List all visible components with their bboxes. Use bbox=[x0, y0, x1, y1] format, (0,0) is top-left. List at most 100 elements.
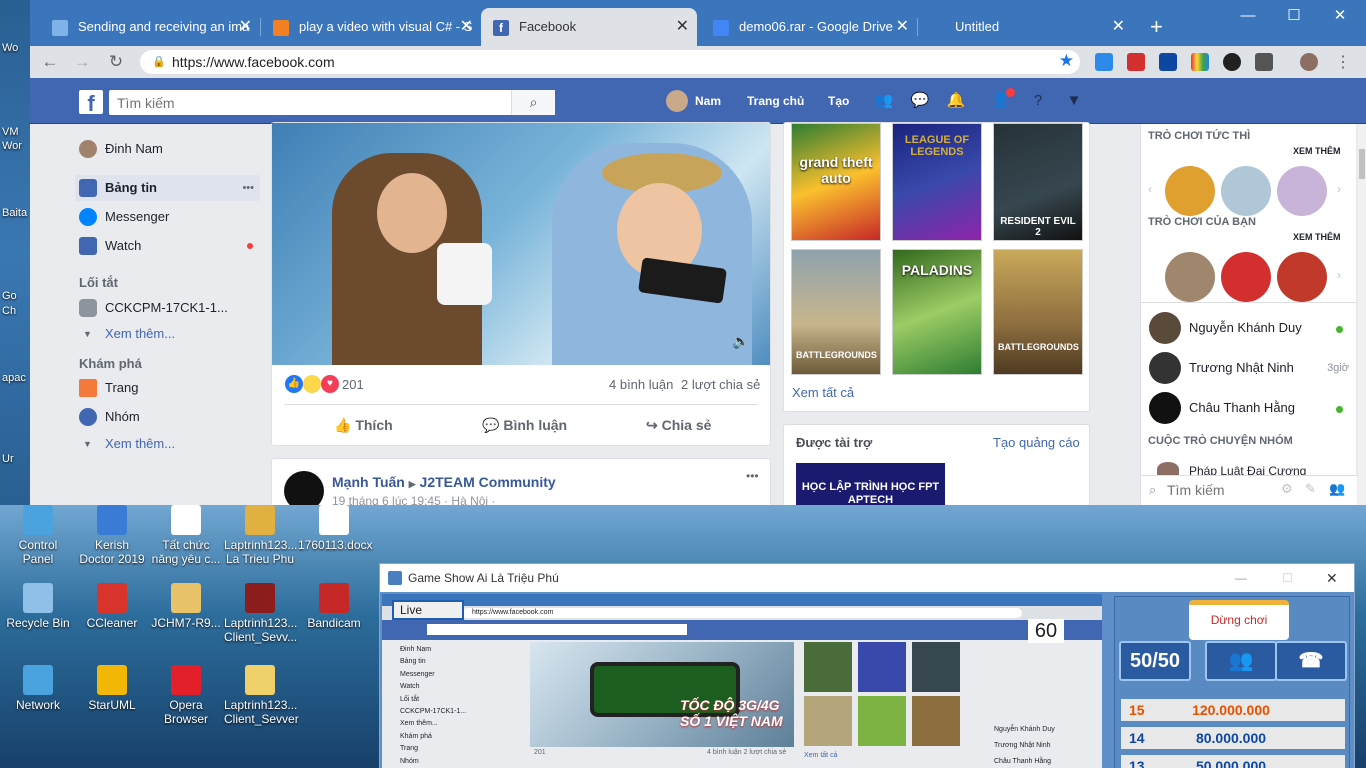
messenger-icon[interactable]: 💬 bbox=[909, 90, 931, 112]
more-options-icon[interactable]: ••• bbox=[242, 175, 254, 201]
contact-row[interactable]: Nguyễn Khánh Duy bbox=[1141, 312, 1357, 346]
sidebar-item-pages[interactable]: Trang bbox=[75, 375, 260, 401]
desktop-icon[interactable]: CCleaner bbox=[76, 583, 148, 630]
scrollbar[interactable] bbox=[1358, 124, 1366, 505]
desktop-icon[interactable]: JCHM7-R9... bbox=[150, 583, 222, 630]
desktop-icon[interactable]: Laptrinh123... La Trieu Phu bbox=[224, 505, 297, 566]
notifications-icon[interactable]: 🔔 bbox=[945, 90, 967, 112]
see-more-link[interactable]: XEM THÊM bbox=[1293, 146, 1341, 156]
chat-search-input[interactable] bbox=[1167, 480, 1277, 500]
comment-count[interactable]: 4 bình luận bbox=[609, 377, 673, 392]
close-icon[interactable]: ✕ bbox=[676, 8, 689, 46]
more-options-icon[interactable]: ••• bbox=[746, 469, 759, 483]
post-timestamp[interactable]: 19 tháng 6 lúc 19:45 · Hà Nội · bbox=[332, 494, 495, 505]
game-tile[interactable]: BATTLEGROUNDS bbox=[791, 249, 881, 375]
post-video[interactable]: 🔈 bbox=[272, 123, 770, 365]
share-button[interactable]: ↪ Chia sẻ bbox=[646, 417, 711, 434]
see-more-link[interactable]: ▼ Xem thêm... bbox=[75, 321, 260, 347]
extension-icon[interactable] bbox=[1255, 53, 1273, 71]
contact-row[interactable]: Châu Thanh Hằng bbox=[1141, 392, 1357, 426]
avatar[interactable] bbox=[284, 471, 324, 505]
close-icon[interactable]: ✕ bbox=[239, 8, 252, 46]
like-button[interactable]: 👍 Thích bbox=[334, 417, 393, 434]
desktop-icon[interactable]: Laptrinh123... Client_Sevv... bbox=[224, 583, 297, 644]
game-avatar[interactable] bbox=[1165, 166, 1215, 216]
forward-icon[interactable]: → bbox=[70, 51, 94, 73]
chevron-down-icon[interactable]: ▼ bbox=[1063, 90, 1085, 112]
address-bar[interactable]: 🔒 https://www.facebook.com ★ bbox=[140, 50, 1080, 74]
gear-icon[interactable]: ⚙ bbox=[1281, 481, 1293, 497]
close-icon[interactable]: ✕ bbox=[896, 8, 909, 46]
contact-row[interactable]: Trương Nhật Ninh 3giờ bbox=[1141, 352, 1357, 386]
close-icon[interactable]: ✕ bbox=[1112, 8, 1125, 46]
sidebar-item-groups[interactable]: Nhóm bbox=[75, 404, 260, 430]
game-tile[interactable]: RESIDENT EVIL 2 bbox=[993, 123, 1083, 241]
see-more-link[interactable]: ▼ Xem thêm... bbox=[75, 431, 260, 457]
lifeline-5050-button[interactable]: 50/50 bbox=[1119, 641, 1191, 681]
minimize-button[interactable]: — bbox=[1225, 0, 1271, 32]
desktop-icon[interactable]: Tất chức năng yêu c... bbox=[150, 505, 222, 566]
see-all-link[interactable]: Xem tất cả bbox=[792, 385, 854, 400]
post-author[interactable]: Mạnh Tuấn bbox=[332, 474, 405, 490]
lifeline-phone-button[interactable]: ☎ bbox=[1275, 641, 1347, 681]
desktop-icon[interactable]: Network bbox=[2, 665, 74, 712]
maximize-button[interactable]: ☐ bbox=[1271, 0, 1317, 32]
create-ad-link[interactable]: Tạo quảng cáo bbox=[993, 435, 1080, 450]
chevron-right-icon[interactable]: › bbox=[1337, 268, 1341, 282]
tab-sending[interactable]: Sending and receiving an ima ✕ bbox=[40, 8, 260, 46]
reaction-count[interactable]: 201 bbox=[342, 377, 364, 392]
search-input[interactable] bbox=[109, 90, 509, 115]
reload-icon[interactable]: ↻ bbox=[104, 51, 128, 73]
help-icon[interactable]: ? bbox=[1027, 90, 1049, 112]
chevron-left-icon[interactable]: ‹ bbox=[1148, 182, 1152, 196]
stop-game-button[interactable]: Dừng chơi bbox=[1189, 600, 1289, 640]
home-link[interactable]: Trang chủ bbox=[747, 90, 804, 112]
avatar[interactable] bbox=[666, 90, 688, 112]
close-button[interactable]: ✕ bbox=[1326, 564, 1338, 592]
scrollbar-thumb[interactable] bbox=[1359, 149, 1365, 179]
reaction-icons[interactable]: 👍 ♥ bbox=[285, 375, 339, 393]
sidebar-item-group[interactable]: CCKCPM-17CK1-1... bbox=[75, 295, 260, 321]
tab-play-video[interactable]: play a video with visual C# - S ✕ bbox=[261, 8, 481, 46]
sidebar-item-messenger[interactable]: Messenger bbox=[75, 204, 260, 230]
see-more-link[interactable]: XEM THÊM bbox=[1293, 232, 1341, 242]
extension-icon[interactable] bbox=[1127, 53, 1145, 71]
extension-icon[interactable] bbox=[1191, 53, 1209, 71]
profile-link[interactable]: Nam bbox=[695, 90, 721, 112]
compose-icon[interactable]: ✎ bbox=[1305, 481, 1316, 497]
facebook-logo[interactable]: f bbox=[79, 90, 103, 116]
desktop-icon[interactable]: Kerish Doctor 2019 bbox=[76, 505, 148, 566]
tab-facebook[interactable]: f Facebook ✕ bbox=[481, 8, 697, 46]
extension-icon[interactable] bbox=[1095, 53, 1113, 71]
game-tile[interactable]: PALADINS bbox=[892, 249, 982, 375]
desktop-icon[interactable]: Bandicam bbox=[298, 583, 370, 630]
comment-button[interactable]: 💬 Bình luận bbox=[482, 417, 567, 434]
game-avatar[interactable] bbox=[1277, 252, 1327, 302]
desktop-icon[interactable]: Opera Browser bbox=[150, 665, 222, 726]
desktop-icon[interactable]: 1760113.docx bbox=[298, 505, 373, 552]
friends-icon[interactable]: 👥 bbox=[873, 90, 895, 112]
back-icon[interactable]: ← bbox=[38, 51, 62, 73]
bookmark-star-icon[interactable]: ★ bbox=[1059, 51, 1074, 71]
live-button[interactable]: Live bbox=[392, 600, 464, 620]
chevron-right-icon[interactable]: › bbox=[1337, 182, 1341, 196]
desktop-icon[interactable]: Laptrinh123... Client_Sevver bbox=[224, 665, 299, 726]
close-icon[interactable]: ✕ bbox=[460, 8, 473, 46]
post-group[interactable]: J2TEAM Community bbox=[420, 474, 556, 490]
close-window-button[interactable]: ✕ bbox=[1317, 0, 1363, 32]
create-link[interactable]: Tạo bbox=[828, 90, 849, 112]
game-avatar[interactable] bbox=[1277, 166, 1327, 216]
ad-image[interactable]: HỌC LẬP TRÌNH HỌC FPT APTECH bbox=[796, 463, 945, 505]
maximize-button[interactable]: ☐ bbox=[1282, 564, 1293, 592]
profile-avatar[interactable] bbox=[1300, 53, 1318, 71]
lifeline-audience-button[interactable]: 👥 bbox=[1205, 641, 1277, 681]
game-tile[interactable]: grand theft auto bbox=[791, 123, 881, 241]
sidebar-item-news-feed[interactable]: Bảng tin ••• bbox=[75, 175, 260, 201]
minimize-button[interactable]: — bbox=[1235, 564, 1247, 592]
search-icon[interactable]: ⌕ bbox=[511, 90, 555, 115]
sidebar-item-watch[interactable]: Watch bbox=[75, 233, 260, 259]
tab-untitled[interactable]: Untitled ✕ bbox=[943, 8, 1133, 46]
desktop-icon[interactable]: Control Panel bbox=[2, 505, 74, 566]
mute-icon[interactable]: 🔈 bbox=[732, 333, 749, 350]
desktop-icon[interactable]: StarUML bbox=[76, 665, 148, 712]
